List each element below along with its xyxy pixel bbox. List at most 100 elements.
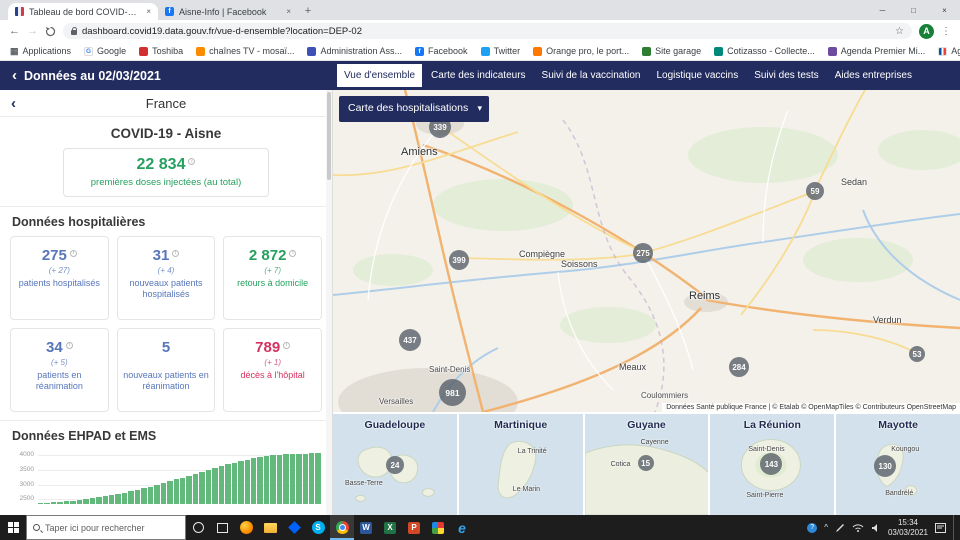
map-bubble[interactable]: 53	[909, 346, 925, 362]
pen-icon[interactable]	[835, 523, 845, 533]
tab-suivi-vaccination[interactable]: Suivi de la vaccination	[535, 64, 648, 87]
map-bubble[interactable]: 399	[449, 250, 469, 270]
bookmark-google[interactable]: GGoogle	[84, 46, 126, 56]
stat-card-reanimation: 34i (+ 5) patients en réanimation	[10, 328, 109, 412]
profile-avatar[interactable]: A	[919, 24, 934, 39]
browser-tab-facebook[interactable]: f Aisne-Info | Facebook ×	[158, 3, 298, 20]
tab-carte-des-indicateurs[interactable]: Carte des indicateurs	[424, 64, 533, 87]
minimize-button[interactable]: ─	[867, 0, 898, 20]
map-city-label: Soissons	[561, 259, 598, 269]
info-icon[interactable]: i	[188, 158, 195, 165]
stat-delta: (+ 4)	[121, 266, 212, 276]
info-icon[interactable]: i	[283, 342, 290, 349]
scrollbar-thumb[interactable]	[327, 92, 331, 180]
close-tab-icon[interactable]: ×	[146, 7, 151, 16]
search-input[interactable]	[45, 523, 165, 533]
hospitalisations-map[interactable]: Amiens Sedan Compiègne Soissons Reims Ve…	[333, 90, 960, 412]
inset-map-guadeloupe[interactable]: Guadeloupe Basse-Terre 24	[333, 414, 457, 515]
bookmark-label: Cotizasso - Collecte...	[727, 46, 815, 56]
bookmark-label: Facebook	[428, 46, 468, 56]
bookmark-agenda-premier-ministre[interactable]: Agenda Premier Mi...	[828, 46, 926, 56]
tab-logistique-vaccins[interactable]: Logistique vaccins	[649, 64, 745, 87]
notifications-icon[interactable]	[935, 523, 946, 533]
url-omnibox[interactable]: dashboard.covid19.data.gouv.fr/vue-d-ens…	[63, 23, 912, 39]
skype-taskbar-icon[interactable]	[306, 515, 330, 540]
inset-title: La Réunion	[710, 419, 834, 431]
browser-menu-icon[interactable]: ⋮	[941, 26, 951, 37]
chrome-taskbar-icon[interactable]	[330, 515, 354, 540]
tab-aides-entreprises[interactable]: Aides entreprises	[828, 64, 919, 87]
bookmark-twitter[interactable]: Twitter	[481, 46, 521, 56]
region-selector[interactable]: ‹ France	[0, 90, 332, 117]
bookmark-site-garage[interactable]: Site garage	[642, 46, 701, 56]
map-bubble[interactable]: 15	[638, 455, 654, 471]
close-tab-icon[interactable]: ×	[286, 7, 291, 16]
inset-map-mayotte[interactable]: Mayotte Koungou Bandrélé 130	[836, 414, 960, 515]
tab-title: Aisne-Info | Facebook	[179, 7, 281, 17]
task-view-button[interactable]	[210, 515, 234, 540]
map-bubble[interactable]: 981	[439, 379, 466, 406]
vaccination-card: 22 834i premières doses injectées (au to…	[63, 148, 269, 197]
map-bubble[interactable]: 275	[633, 243, 653, 263]
forward-icon[interactable]: →	[27, 26, 38, 37]
bookmark-administration[interactable]: Administration Ass...	[307, 46, 402, 56]
bookmark-agenda-president[interactable]: Agenda du Préside...	[938, 46, 960, 56]
firefox-taskbar-icon[interactable]	[234, 515, 258, 540]
back-icon[interactable]: ←	[9, 26, 20, 37]
start-button[interactable]	[0, 515, 26, 540]
word-taskbar-icon[interactable]	[354, 515, 378, 540]
refresh-icon[interactable]	[45, 26, 56, 37]
tab-vue-densemble[interactable]: Vue d'ensemble	[337, 64, 422, 87]
sidebar-scrollbar[interactable]	[326, 90, 332, 515]
vaccination-value: 22 834i	[68, 156, 264, 174]
new-tab-button[interactable]: +	[298, 5, 318, 20]
stat-value: 2 872i	[227, 247, 318, 264]
inset-map-martinique[interactable]: Martinique La Trinité Le Marin	[459, 414, 583, 515]
map-bubble[interactable]: 437	[399, 329, 421, 351]
tray-expand-icon[interactable]: ^	[824, 523, 828, 532]
bookmark-star-icon[interactable]: ☆	[895, 26, 904, 37]
bookmark-toshiba[interactable]: Toshiba	[139, 46, 183, 56]
lock-icon[interactable]	[71, 30, 77, 35]
help-icon[interactable]: ?	[807, 523, 817, 533]
paint-taskbar-icon[interactable]	[426, 515, 450, 540]
maximize-button[interactable]: □	[898, 0, 929, 20]
inset-map-la-reunion[interactable]: La Réunion Saint-Denis Saint-Pierre 143	[710, 414, 834, 515]
close-window-button[interactable]: ×	[929, 0, 960, 20]
gouv-favicon	[15, 7, 24, 16]
cortana-button[interactable]	[186, 515, 210, 540]
address-bar: ← → dashboard.covid19.data.gouv.fr/vue-d…	[0, 20, 960, 42]
bookmark-cotizasso[interactable]: Cotizasso - Collecte...	[714, 46, 815, 56]
map-bubble[interactable]: 59	[806, 182, 824, 200]
inset-map-guyane[interactable]: Guyane Cayenne Cotica 15	[585, 414, 709, 515]
bookmark-facebook[interactable]: fFacebook	[415, 46, 468, 56]
map-bubble[interactable]: 24	[386, 456, 404, 474]
edge-taskbar-icon[interactable]	[450, 515, 474, 540]
bookmark-chaines-tv[interactable]: chaînes TV - mosaï...	[196, 46, 294, 56]
taskbar-search[interactable]	[26, 515, 186, 540]
info-icon[interactable]: i	[289, 250, 296, 257]
info-icon[interactable]: i	[66, 342, 73, 349]
show-desktop-button[interactable]	[953, 515, 957, 540]
map-bubble[interactable]: 284	[729, 357, 749, 377]
bookmark-applications[interactable]: ▦Applications	[10, 46, 71, 57]
twitter-favicon	[481, 47, 490, 56]
stat-card-hospitalises: 275i (+ 27) patients hospitalisés	[10, 236, 109, 320]
file-explorer-taskbar-icon[interactable]	[258, 515, 282, 540]
tab-suivi-des-tests[interactable]: Suivi des tests	[747, 64, 825, 87]
info-icon[interactable]: i	[70, 250, 77, 257]
powerpoint-taskbar-icon[interactable]	[402, 515, 426, 540]
browser-tab-dashboard[interactable]: Tableau de bord COVID-19 Suiv ×	[8, 3, 158, 20]
dropbox-taskbar-icon[interactable]	[282, 515, 306, 540]
wifi-icon[interactable]	[852, 523, 864, 532]
bookmark-label: Google	[97, 46, 126, 56]
bookmark-label: Agenda du Préside...	[951, 46, 960, 56]
volume-icon[interactable]	[871, 523, 881, 533]
excel-taskbar-icon[interactable]	[378, 515, 402, 540]
taskbar-clock[interactable]: 15:34 03/03/2021	[888, 518, 928, 537]
dashboard-nav-tabs: Vue d'ensemble Carte des indicateurs Sui…	[337, 61, 919, 90]
info-icon[interactable]: i	[172, 250, 179, 257]
back-to-date-button[interactable]: ‹ Données au 02/03/2021	[12, 61, 161, 90]
map-layer-selector[interactable]: Carte des hospitalisations ▾	[339, 96, 489, 122]
bookmark-orange-pro[interactable]: Orange pro, le port...	[533, 46, 629, 56]
